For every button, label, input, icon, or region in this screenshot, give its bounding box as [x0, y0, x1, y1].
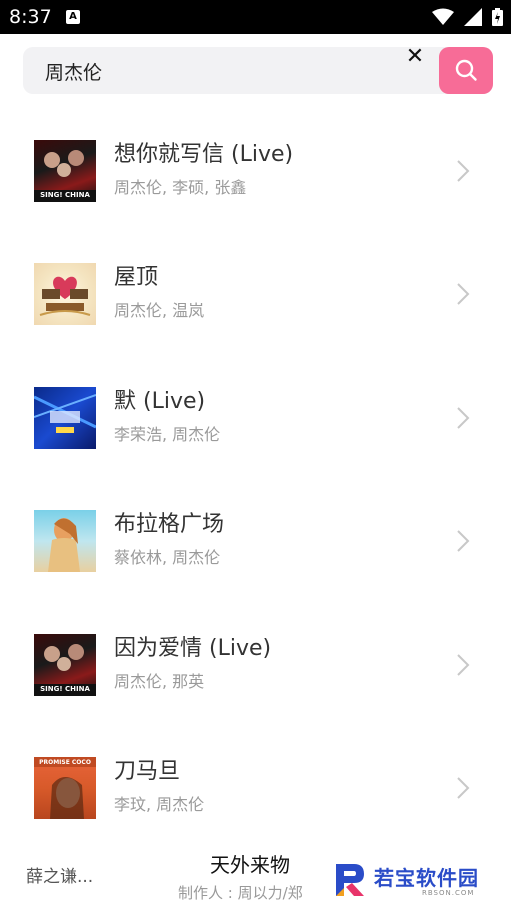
- cover-label: PROMISE COCO: [39, 758, 91, 766]
- song-artists: 蔡依林, 周杰伦: [114, 548, 221, 568]
- now-playing-title: 天外来物: [210, 853, 290, 877]
- song-item[interactable]: 默 (Live) 李荣浩, 周杰伦: [0, 356, 511, 479]
- search-input[interactable]: [45, 56, 385, 86]
- song-title: 布拉格广场: [114, 512, 225, 538]
- search-icon: [455, 59, 477, 81]
- screen: 8:37 A ✕: [0, 0, 511, 908]
- cover-art: [39, 277, 91, 317]
- song-artists: 周杰伦, 那英: [114, 671, 205, 691]
- cover-label: SING! CHINA: [40, 684, 90, 693]
- watermark-logo: 若宝软件园 RBSON.COM: [330, 860, 495, 900]
- song-item[interactable]: 屋顶 周杰伦, 温岚: [0, 232, 511, 355]
- battery-icon: [492, 8, 503, 26]
- song-title: 默 (Live): [114, 388, 206, 414]
- status-time: 8:37: [9, 6, 52, 28]
- cover-art: [48, 518, 80, 573]
- song-artists: 李荣浩, 周杰伦: [114, 424, 221, 444]
- song-title: 刀马旦: [114, 758, 181, 784]
- chevron-right-icon: [457, 407, 470, 429]
- song-artists: 周杰伦, 温岚: [114, 301, 205, 321]
- album-cover: [34, 386, 96, 449]
- watermark-sub: RBSON.COM: [422, 889, 475, 897]
- song-artists: 李玟, 周杰伦: [114, 794, 205, 814]
- watermark-text: 若宝软件园: [374, 866, 479, 890]
- song-title: 想你就写信 (Live): [114, 142, 294, 167]
- status-icons: [422, 8, 503, 26]
- chevron-right-icon: [457, 160, 470, 182]
- cover-art: [34, 393, 96, 433]
- chevron-right-icon: [457, 530, 470, 552]
- wifi-icon: [432, 8, 454, 25]
- song-item[interactable]: SING! CHINA 因为爱情 (Live) 周杰伦, 那英: [0, 603, 511, 726]
- album-cover: [34, 263, 96, 326]
- album-cover: [34, 510, 96, 573]
- now-playing-producer: 制作人 : 周以力/郑: [178, 884, 303, 902]
- chevron-right-icon: [457, 777, 470, 799]
- song-item[interactable]: PROMISE COCO 刀马旦 李玟, 周杰伦: [0, 726, 511, 849]
- mini-player[interactable]: 薛之谦... 天外来物 制作人 : 周以力/郑 若宝软件园 RBSON.COM: [0, 838, 511, 908]
- song-list: SING! CHINA 想你就写信 (Live) 周杰伦, 李硕, 张鑫 屋顶 …: [0, 109, 511, 849]
- signal-icon: [464, 8, 482, 26]
- chevron-right-icon: [457, 283, 470, 306]
- watermark-r-icon: [336, 864, 364, 896]
- chevron-right-icon: [457, 653, 470, 676]
- album-cover: SING! CHINA: [34, 140, 96, 202]
- song-artists: 周杰伦, 李硕, 张鑫: [114, 178, 247, 197]
- cover-label: SING! CHINA: [40, 191, 90, 199]
- previous-song-label[interactable]: 薛之谦...: [26, 862, 93, 887]
- album-cover: PROMISE COCO: [34, 756, 96, 819]
- cover-art: [34, 756, 96, 819]
- song-title: 因为爱情 (Live): [114, 635, 272, 661]
- search-button[interactable]: [439, 47, 493, 94]
- clear-search-button[interactable]: ✕: [403, 46, 427, 69]
- album-cover: SING! CHINA: [34, 633, 96, 696]
- search-bar: ✕: [23, 46, 493, 94]
- song-title: 屋顶: [114, 265, 159, 291]
- notification-a-icon: A: [66, 10, 80, 24]
- song-item[interactable]: SING! CHINA 想你就写信 (Live) 周杰伦, 李硕, 张鑫: [0, 109, 511, 232]
- song-item[interactable]: 布拉格广场 蔡依林, 周杰伦: [0, 479, 511, 602]
- status-bar: 8:37 A: [0, 0, 511, 34]
